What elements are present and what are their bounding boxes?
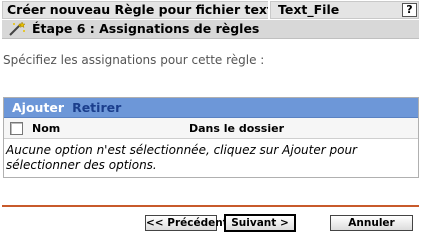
object-name-label: Text_File <box>278 2 340 17</box>
column-name[interactable]: Nom <box>32 122 60 135</box>
step-header: Étape 6 : Assignations de règles <box>2 20 419 39</box>
cancel-button[interactable]: Annuler <box>330 215 413 231</box>
empty-message: Aucune option n'est sélectionnée, clique… <box>6 143 357 172</box>
wand-icon <box>9 21 26 36</box>
instructions-text: Spécifiez les assignations pour cette rè… <box>3 53 265 67</box>
add-link[interactable]: Ajouter <box>12 100 64 115</box>
wizard-title: Créer nouveau Règle pour fichier texte <box>2 1 268 19</box>
previous-button[interactable]: << Précédent <box>145 215 228 231</box>
step-title: Étape 6 : Assignations de règles <box>32 21 260 36</box>
remove-link[interactable]: Retirer <box>72 100 121 115</box>
separator <box>2 205 419 207</box>
select-all-checkbox[interactable] <box>10 121 23 135</box>
column-folder[interactable]: Dans le dossier <box>189 122 284 135</box>
help-button[interactable]: ? <box>402 3 417 17</box>
object-name: Text_File ? <box>270 1 419 19</box>
table-header: Nom Dans le dossier <box>4 118 418 139</box>
assignments-toolbar: Ajouter Retirer <box>4 98 418 118</box>
title-bar: Créer nouveau Règle pour fichier texte T… <box>2 1 419 19</box>
assignments-panel: Ajouter Retirer Nom Dans le dossier Aucu… <box>3 97 419 178</box>
next-button[interactable]: Suivant > <box>224 214 296 232</box>
